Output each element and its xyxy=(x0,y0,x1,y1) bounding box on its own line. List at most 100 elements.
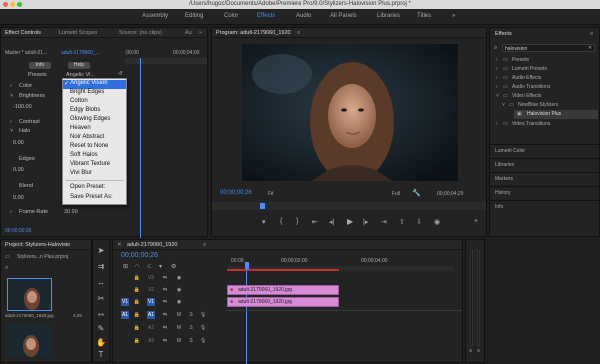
save-preset-action[interactable]: Save Preset As: xyxy=(70,194,113,200)
linked-selection-icon[interactable]: ⊂ xyxy=(147,263,152,270)
workspace-titles[interactable]: Titles xyxy=(417,13,431,19)
eye-icon[interactable]: ◉ xyxy=(175,298,183,306)
step-forward-icon[interactable]: |▸ xyxy=(363,218,368,226)
frame-rate-value[interactable]: 30.00 xyxy=(64,209,78,215)
mic-icon[interactable]: 🎙 xyxy=(199,337,207,345)
workspace-audio[interactable]: Audio xyxy=(296,13,311,19)
snap-icon[interactable]: ∩ xyxy=(135,263,139,269)
sync-lock-icon[interactable]: ⇆ xyxy=(161,311,169,319)
tree-arrow-icon[interactable]: › xyxy=(496,57,498,63)
lock-icon[interactable]: 🔒 xyxy=(133,286,141,294)
extract-icon[interactable]: ⇩ xyxy=(416,218,422,226)
program-menu-icon[interactable]: ≡ xyxy=(297,30,300,36)
halo-value[interactable]: 0.00 xyxy=(13,140,24,146)
color-expand-icon[interactable]: › xyxy=(10,83,12,89)
track-select-tool-icon[interactable]: ⇉ xyxy=(96,262,106,272)
tree-lumetri-presets[interactable]: Lumetri Presets xyxy=(512,66,547,72)
edges-value[interactable]: 0.00 xyxy=(13,167,24,173)
track-label-v3[interactable]: V3 xyxy=(147,274,155,282)
ec-timeline-ruler[interactable] xyxy=(125,58,207,64)
close-sequence-icon[interactable]: ✕ xyxy=(117,242,122,248)
tab-audio-mixer[interactable]: Au xyxy=(185,30,192,36)
track-label-v1[interactable]: V1 xyxy=(147,298,155,306)
ec-timecode[interactable]: 00;00;00;26 xyxy=(5,228,31,234)
mute-icon[interactable]: M xyxy=(175,324,183,332)
mic-icon[interactable]: 🎙 xyxy=(199,324,207,332)
lock-icon[interactable]: 🔒 xyxy=(133,274,141,282)
tab-effect-controls[interactable]: Effect Controls xyxy=(5,30,41,36)
program-scrub-bar[interactable] xyxy=(212,202,486,210)
section-lumetri-color[interactable]: Lumetri Color xyxy=(495,148,525,154)
section-markers[interactable]: Markers xyxy=(495,176,513,182)
project-item-thumbnail[interactable] xyxy=(7,278,52,311)
mute-icon[interactable]: M xyxy=(175,337,183,345)
preset-soft-halos[interactable]: Soft Halos xyxy=(70,152,98,158)
project-search-icon[interactable]: ⌕ xyxy=(5,265,8,272)
workspace-editing[interactable]: Editing xyxy=(185,13,203,19)
tab-program[interactable]: Program: adult-2179060_1920 xyxy=(216,30,291,36)
program-video-frame[interactable] xyxy=(242,44,458,181)
preset-reset-to-none[interactable]: Reset to None xyxy=(70,143,108,149)
tabs-overflow-icon[interactable]: » xyxy=(199,30,202,36)
timeline-playhead-head[interactable] xyxy=(245,262,249,269)
preset-heaven[interactable]: Heaven xyxy=(70,125,91,131)
play-icon[interactable]: ▶ xyxy=(347,217,353,226)
tree-audio-transitions[interactable]: Audio Transitions xyxy=(512,84,550,90)
track-label-v2[interactable]: V2 xyxy=(147,286,155,294)
solo-icon[interactable]: S xyxy=(187,324,195,332)
preset-edgy-blobs[interactable]: Edgy Blobs xyxy=(70,107,100,113)
workspace-effects[interactable]: Effects xyxy=(257,13,275,19)
export-frame-icon[interactable]: ◉ xyxy=(434,218,440,226)
timeline-menu-icon[interactable]: ≡ xyxy=(203,242,206,248)
preset-vivi-blur[interactable]: Vivi Blur xyxy=(70,170,92,176)
workspace-assembly[interactable]: Assembly xyxy=(142,13,168,19)
zoom-window-button[interactable] xyxy=(17,2,22,7)
preset-angelic-vision[interactable]: Angelic Vision xyxy=(70,80,108,86)
solo-right-button[interactable]: S xyxy=(477,348,480,353)
pen-tool-icon[interactable]: ✎ xyxy=(96,324,106,334)
open-preset-action[interactable]: Open Preset: xyxy=(70,184,105,190)
lock-icon[interactable]: 🔒 xyxy=(133,337,141,345)
clip-v1[interactable]: ■ adult-2179060_1920.jpg xyxy=(227,297,339,307)
lift-icon[interactable]: ⇧ xyxy=(399,218,405,226)
reset-icon[interactable]: ↺ xyxy=(118,71,123,77)
preset-noir-abstract[interactable]: Noir Abstract xyxy=(70,134,104,140)
lock-icon[interactable]: 🔒 xyxy=(133,324,141,332)
mark-out-icon[interactable]: } xyxy=(296,218,298,225)
go-to-in-icon[interactable]: ⇤ xyxy=(312,218,318,226)
mark-in-icon[interactable]: { xyxy=(280,218,282,225)
sync-lock-icon[interactable]: ⇆ xyxy=(161,337,169,345)
source-patch-v1[interactable]: V1 xyxy=(121,298,129,306)
lock-icon[interactable]: 🔒 xyxy=(133,298,141,306)
ripple-edit-tool-icon[interactable]: ↔ xyxy=(96,278,106,288)
master-clip-label[interactable]: Master * adult-21... xyxy=(5,50,47,56)
timeline-settings-icon[interactable]: ⚙ xyxy=(171,263,176,270)
go-to-out-icon[interactable]: ⇥ xyxy=(381,218,387,226)
sync-lock-icon[interactable]: ⇆ xyxy=(161,286,169,294)
wrench-icon[interactable]: 🔧 xyxy=(412,189,421,197)
eye-icon[interactable]: ◉ xyxy=(175,286,183,294)
ec-playhead[interactable] xyxy=(140,58,141,238)
workspace-libraries[interactable]: Libraries xyxy=(377,13,400,19)
razor-tool-icon[interactable]: ✂ xyxy=(96,294,106,304)
tree-video-effects[interactable]: Video Effects xyxy=(512,93,541,99)
solo-icon[interactable]: S xyxy=(187,311,195,319)
sync-lock-icon[interactable]: ⇆ xyxy=(161,274,169,282)
tab-project[interactable]: Project: Stylizers-Halovisio xyxy=(5,242,70,248)
workspace-all-panels[interactable]: All Panels xyxy=(330,13,357,19)
tree-arrow-icon[interactable]: › xyxy=(496,66,498,72)
preset-glowing-edges[interactable]: Glowing Edges xyxy=(70,116,110,122)
track-label-a3[interactable]: A3 xyxy=(147,337,155,345)
tab-lumetri-scopes[interactable]: Lumetri Scopes xyxy=(59,30,97,36)
tree-arrow-icon[interactable]: › xyxy=(496,75,498,81)
type-tool-icon[interactable]: T xyxy=(96,350,106,360)
solo-left-button[interactable]: S xyxy=(469,348,472,353)
fit-dropdown[interactable]: Fit xyxy=(268,191,274,197)
clear-search-icon[interactable]: ✕ xyxy=(588,45,592,51)
preset-bright-edges[interactable]: Bright Edges xyxy=(70,89,104,95)
eye-icon[interactable]: ◉ xyxy=(175,274,183,282)
lock-icon[interactable]: 🔒 xyxy=(133,311,141,319)
help-button[interactable]: Help xyxy=(68,62,90,69)
section-history[interactable]: History xyxy=(495,190,511,196)
frame-rate-expand-icon[interactable]: › xyxy=(10,209,12,215)
